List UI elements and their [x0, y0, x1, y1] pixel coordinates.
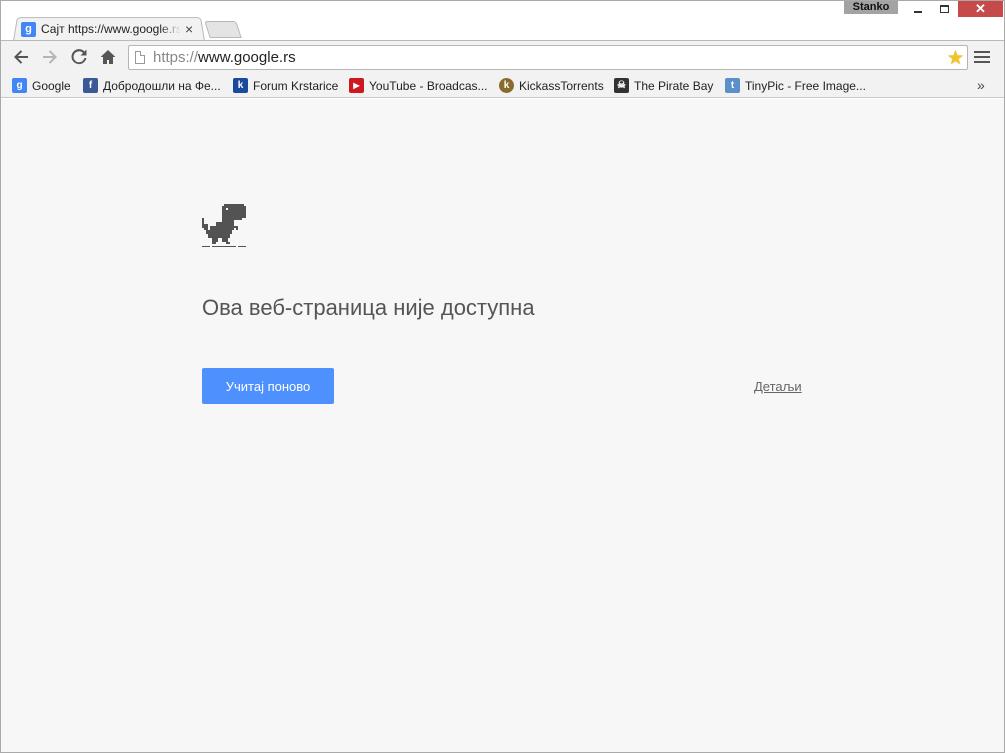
- address-bar[interactable]: https://www.google.rs ★: [128, 45, 968, 70]
- minimize-button[interactable]: [904, 1, 931, 17]
- bookmark-star-icon[interactable]: ★: [947, 47, 964, 70]
- maximize-button[interactable]: [931, 1, 958, 17]
- reload-button[interactable]: Учитај поново: [202, 368, 334, 404]
- minimize-icon: [913, 11, 922, 13]
- url-text[interactable]: https://www.google.rs: [153, 49, 296, 66]
- menu-icon-bar: [974, 50, 990, 53]
- details-link[interactable]: Детаљи: [754, 379, 802, 394]
- back-button[interactable]: [10, 46, 32, 68]
- bookmark-label: KickassTorrents: [519, 78, 604, 93]
- new-tab-button[interactable]: [204, 21, 242, 38]
- browser-window: g Сајт https://www.google.rs × Stanko ✕: [0, 0, 1005, 753]
- reload-icon: [71, 49, 87, 65]
- tab-strip: g Сајт https://www.google.rs × Stanko ✕: [1, 1, 1004, 41]
- menu-icon-bar: [974, 61, 990, 64]
- tab-close-icon[interactable]: ×: [185, 22, 193, 36]
- bookmark-label: YouTube - Broadcas...: [369, 78, 488, 93]
- menu-icon-bar: [974, 55, 990, 58]
- bookmark-google[interactable]: g Google: [12, 77, 71, 94]
- krstarica-icon: k: [233, 78, 248, 93]
- google-favicon-icon: g: [21, 21, 36, 37]
- tab-title: Сајт https://www.google.rs: [41, 22, 181, 36]
- close-window-button[interactable]: ✕: [958, 1, 1003, 17]
- tab-active[interactable]: g Сајт https://www.google.rs ×: [21, 18, 201, 40]
- bookmark-tinypic[interactable]: t TinyPic - Free Image...: [725, 77, 866, 94]
- bookmark-pirate-bay[interactable]: ☠ The Pirate Bay: [614, 77, 713, 94]
- error-title: Ова веб-страница није доступна: [202, 295, 535, 320]
- facebook-icon: f: [83, 78, 98, 93]
- bookmark-label: Google: [32, 78, 71, 93]
- url-host: www.google.rs: [198, 49, 296, 66]
- chrome-menu-button[interactable]: [974, 49, 990, 65]
- bookmark-forum-krstarice[interactable]: k Forum Krstarice: [233, 77, 338, 94]
- bookmark-facebook[interactable]: f Добродошли на Фе...: [83, 77, 221, 94]
- toolbar: https://www.google.rs ★: [1, 40, 1004, 73]
- tinypic-icon: t: [725, 78, 740, 93]
- bookmark-label: The Pirate Bay: [634, 78, 714, 93]
- bookmark-label: Добродошли на Фе...: [103, 78, 221, 93]
- forward-button[interactable]: [39, 46, 61, 68]
- bookmark-label: TinyPic - Free Image...: [745, 78, 866, 93]
- home-button[interactable]: [97, 46, 119, 68]
- profile-badge[interactable]: Stanko: [844, 1, 898, 14]
- offline-dinosaur-icon: [202, 204, 246, 247]
- kickass-icon: k: [499, 78, 514, 93]
- google-icon: g: [12, 78, 27, 93]
- page-icon: [135, 51, 145, 64]
- home-icon: [100, 50, 116, 64]
- page-content: Ова веб-страница није доступна Учитај по…: [1, 99, 1004, 752]
- forward-arrow-icon: [43, 50, 57, 64]
- bookmark-label: Forum Krstarice: [253, 78, 339, 93]
- bookmarks-overflow-button[interactable]: »: [977, 77, 985, 93]
- reload-toolbar-button[interactable]: [68, 46, 90, 68]
- bookmarks-bar: g Google f Добродошли на Фе... k Forum K…: [1, 73, 1004, 98]
- back-arrow-icon: [14, 50, 28, 64]
- bookmark-kickasstorrents[interactable]: k KickassTorrents: [499, 77, 604, 94]
- bookmark-youtube[interactable]: ▶ YouTube - Broadcas...: [349, 77, 488, 94]
- url-scheme: https://: [153, 49, 199, 66]
- youtube-icon: ▶: [349, 78, 364, 93]
- maximize-icon: [940, 5, 949, 13]
- pirate-ship-icon: ☠: [614, 78, 629, 93]
